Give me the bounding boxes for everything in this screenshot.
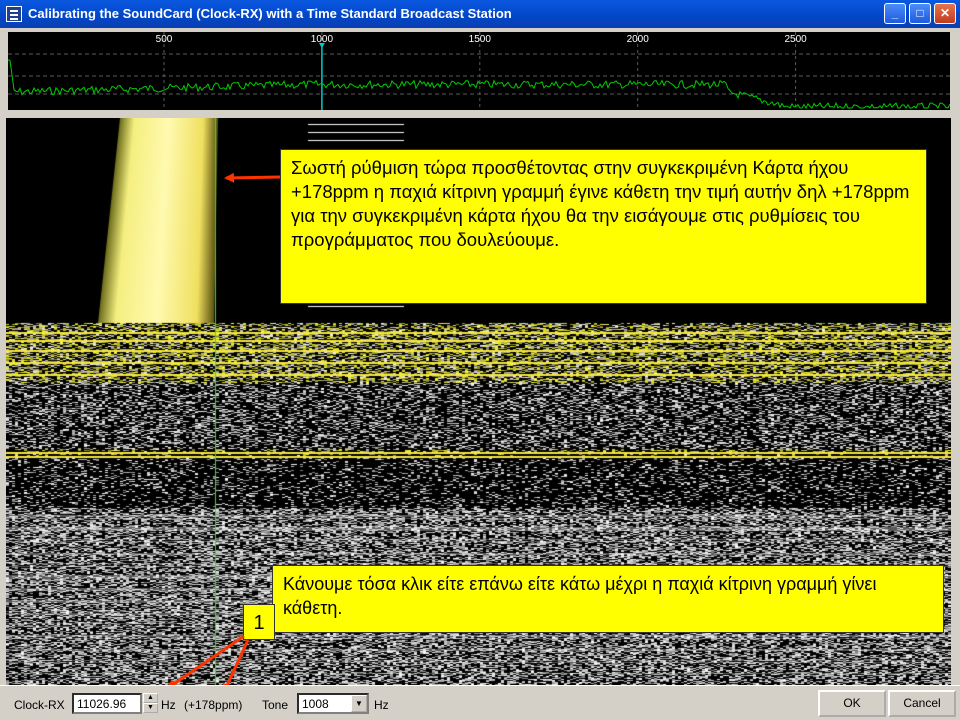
spectrum-trace	[8, 59, 950, 110]
maximize-button[interactable]: □	[909, 3, 931, 24]
dropdown-arrow-icon[interactable]: ▼	[351, 695, 367, 712]
tone-hz-unit-label: Hz	[374, 698, 389, 712]
top-callout: Σωστή ρύθμιση τώρα προσθέτοντας στην συγ…	[280, 149, 927, 304]
step-down-button[interactable]: ▼	[143, 703, 158, 713]
window-title: Calibrating the SoundCard (Clock-RX) wit…	[28, 6, 512, 21]
clock-rx-stepper[interactable]: ▲ ▼	[143, 693, 158, 714]
spectrum-tick-label: 2000	[627, 34, 650, 45]
clock-rx-input[interactable]: 11026.96	[72, 693, 142, 714]
frequency-marker-icon[interactable]	[318, 43, 325, 48]
step-up-button[interactable]: ▲	[143, 693, 158, 703]
spectrum-tick-label: 1500	[469, 34, 492, 45]
ppm-readout: (+178ppm)	[184, 698, 243, 712]
hz-unit-label: Hz	[161, 698, 176, 712]
tone-label: Tone	[262, 698, 289, 712]
bottom-callout: Κάνουμε τόσα κλικ είτε επάνω είτε κάτω μ…	[272, 565, 944, 633]
spectrum-tick-label: 500	[156, 34, 173, 45]
minimize-button[interactable]: _	[884, 3, 906, 24]
tone-select[interactable]: 1008 ▼	[297, 693, 369, 714]
close-button[interactable]: ✕	[934, 3, 956, 24]
clock-rx-label: Clock-RX	[14, 698, 65, 712]
title-bar: Calibrating the SoundCard (Clock-RX) wit…	[0, 0, 960, 28]
tone-select-value: 1008	[302, 697, 329, 711]
status-bar: Clock-RX 11026.96 ▲ ▼ Hz (+178ppm) Tone …	[0, 685, 960, 720]
ok-button[interactable]: OK	[818, 690, 886, 717]
cancel-button[interactable]: Cancel	[888, 690, 956, 717]
step-number-badge: 1	[243, 604, 275, 640]
spectrum-panel[interactable]: 500 1000 1500 2000 2500	[8, 32, 950, 110]
spectrum-plot: 500 1000 1500 2000 2500	[8, 32, 950, 110]
spectrum-tick-label: 2500	[784, 34, 807, 45]
app-icon[interactable]	[6, 6, 22, 22]
